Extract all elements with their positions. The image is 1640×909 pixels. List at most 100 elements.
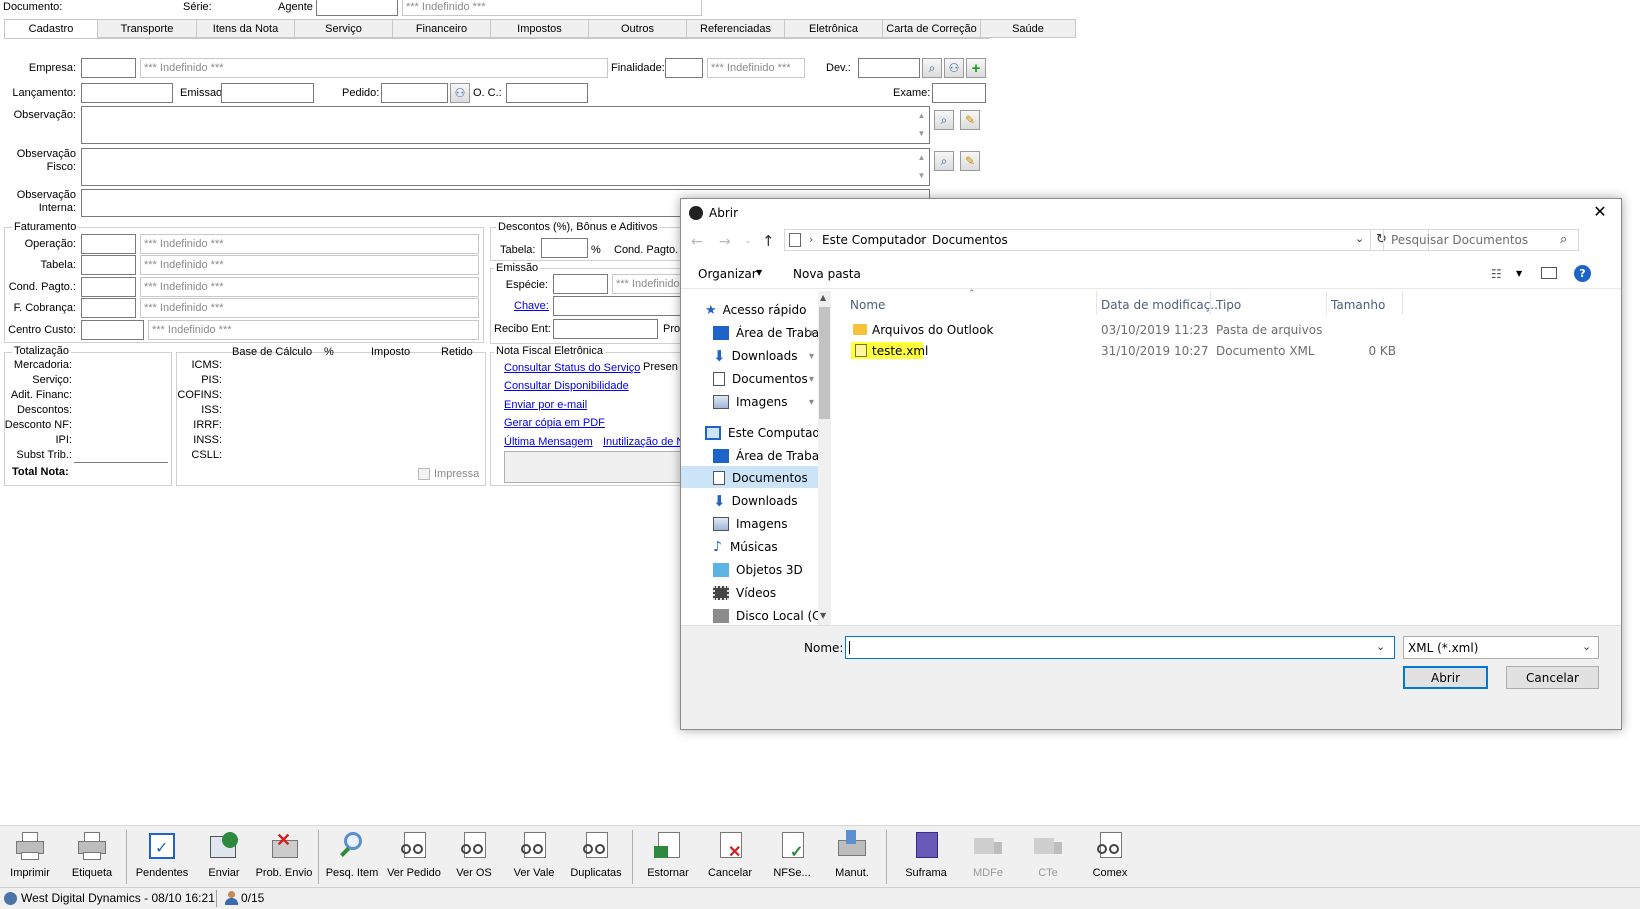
agente-code-input[interactable] [316, 0, 398, 16]
preview-pane-icon[interactable] [1541, 267, 1557, 279]
nav-scrollbar[interactable]: ▲ ▼ [818, 291, 831, 625]
filename-input[interactable]: ⌄ [845, 636, 1395, 659]
consultar-status-link[interactable]: Consultar Status do Serviço [504, 362, 640, 374]
enviar-email-link[interactable]: Enviar por e-mail [504, 399, 587, 411]
emissao-input[interactable] [221, 83, 314, 103]
oc-input[interactable] [506, 83, 588, 103]
tab-carta-de-correcao[interactable]: Carta de Correção [883, 19, 981, 38]
nav-musicas[interactable]: ♪ Músicas [713, 536, 831, 558]
cte-button[interactable]: CTe [1018, 830, 1078, 886]
tab-cadastro[interactable]: Cadastro [4, 19, 98, 39]
suframa-button[interactable]: Suframa [896, 830, 956, 886]
inutilizacao-link[interactable]: Inutilização de N [603, 436, 684, 448]
file-row[interactable]: Arquivos do Outlook 03/10/2019 11:23 Pas… [831, 319, 1621, 340]
cancelar-nota-button[interactable]: ✕ Cancelar [700, 830, 760, 886]
nav-videos[interactable]: Vídeos [713, 582, 831, 604]
tab-itens-da-nota[interactable]: Itens da Nota [197, 19, 295, 38]
edit-icon[interactable]: ✎ [960, 151, 980, 171]
gerar-pdf-link[interactable]: Gerar cópia em PDF [504, 417, 605, 429]
tabela-code-input[interactable] [81, 255, 136, 275]
empresa-code-input[interactable] [81, 58, 136, 78]
nav-este-computador[interactable]: Este Computador [705, 422, 831, 444]
pesq-item-button[interactable]: Pesq. Item [322, 830, 382, 886]
cond-pagto-code-input[interactable] [81, 277, 136, 297]
enviar-button[interactable]: Enviar [194, 830, 254, 886]
nav-objetos-3d[interactable]: Objetos 3D [713, 559, 831, 581]
breadcrumb-documentos[interactable]: Documentos [932, 233, 1008, 247]
col-tamanho[interactable]: Tamanho [1331, 298, 1385, 312]
finalidade-code-input[interactable] [665, 58, 703, 78]
etiqueta-button[interactable]: Etiqueta [62, 830, 122, 886]
binoculars-icon[interactable]: ⚇ [944, 58, 964, 78]
tab-servico[interactable]: Serviço [295, 19, 393, 38]
help-icon[interactable]: ? [1574, 265, 1591, 282]
col-nome[interactable]: Nome [850, 298, 885, 312]
col-tipo[interactable]: Tipo [1216, 298, 1241, 312]
open-button[interactable]: Abrir [1403, 666, 1488, 689]
close-icon[interactable]: ✕ [1587, 202, 1613, 222]
ver-pedido-button[interactable]: Ver Pedido [384, 830, 444, 886]
obs-fisco-scroll[interactable]: ▲ ▼ [914, 149, 929, 185]
pedido-input[interactable] [381, 83, 448, 103]
file-type-select[interactable]: XML (*.xml) ⌄ [1403, 636, 1599, 659]
tab-referenciadas[interactable]: Referenciadas [687, 19, 785, 38]
address-dropdown-icon[interactable]: ⌄ [1355, 232, 1364, 245]
chave-input[interactable] [553, 296, 690, 316]
nav-disco-local[interactable]: Disco Local (C:) [713, 605, 831, 625]
chave-link[interactable]: Chave: [514, 300, 549, 312]
add-icon[interactable]: + [966, 58, 986, 78]
obs-fisco-textarea[interactable] [81, 148, 930, 186]
exame-input[interactable] [932, 83, 986, 103]
nav-scroll-thumb[interactable] [819, 307, 830, 419]
ver-os-button[interactable]: Ver OS [444, 830, 504, 886]
search-box[interactable]: Pesquisar Documentos ⌕ [1383, 229, 1579, 251]
ver-vale-button[interactable]: Ver Vale [504, 830, 564, 886]
imprimir-button[interactable]: Imprimir [0, 830, 60, 886]
organizar-dropdown-icon[interactable]: ▼ [756, 268, 762, 277]
recent-chevron-icon[interactable]: ⌄ [744, 236, 752, 246]
tab-financeiro[interactable]: Financeiro [393, 19, 491, 38]
forward-arrow-icon[interactable]: → [719, 234, 731, 250]
operacao-code-input[interactable] [81, 234, 136, 254]
duplicatas-button[interactable]: Duplicatas [566, 830, 626, 886]
tab-impostos[interactable]: Impostos [491, 19, 589, 38]
nav-documentos[interactable]: Documentos [713, 467, 831, 489]
nav-imagens[interactable]: Imagens [713, 513, 831, 535]
f-cobranca-code-input[interactable] [81, 298, 136, 318]
nfse-button[interactable]: ✓ NFSe... [762, 830, 822, 886]
mdfe-button[interactable]: MDFe [958, 830, 1018, 886]
nav-acesso-rapido[interactable]: ★ Acesso rápido [705, 299, 831, 321]
dev-input[interactable] [858, 58, 920, 78]
tab-transporte[interactable]: Transporte [98, 19, 197, 38]
consultar-disp-link[interactable]: Consultar Disponibilidade [504, 380, 629, 392]
edit-icon[interactable]: ✎ [960, 110, 980, 130]
cancel-button[interactable]: Cancelar [1506, 666, 1599, 689]
especie-code-input[interactable] [553, 274, 608, 294]
col-data[interactable]: Data de modificaç... [1101, 298, 1222, 312]
impressa-checkbox[interactable] [418, 468, 430, 480]
tab-outros[interactable]: Outros [589, 19, 687, 38]
search-icon[interactable]: ⌕ [1560, 232, 1567, 247]
file-type-dropdown-icon[interactable]: ⌄ [1582, 640, 1591, 653]
back-arrow-icon[interactable]: ← [691, 234, 703, 250]
centro-custo-code-input[interactable] [81, 320, 144, 340]
manut-button[interactable]: Manut. [822, 830, 882, 886]
recibo-input[interactable] [553, 319, 658, 339]
estornar-button[interactable]: Estornar [638, 830, 698, 886]
nova-pasta-button[interactable]: Nova pasta [793, 267, 861, 281]
comex-button[interactable]: Comex [1080, 830, 1140, 886]
lancamento-input[interactable] [81, 83, 173, 103]
nav-area-de-trabalho[interactable]: Área de Trabalho [713, 445, 831, 467]
observacao-scroll[interactable]: ▲ ▼ [914, 107, 929, 143]
scroll-down-icon[interactable]: ▼ [820, 611, 826, 620]
ultima-mensagem-link[interactable]: Última Mensagem [504, 436, 593, 448]
tab-saude[interactable]: Saúde [981, 19, 1076, 38]
breadcrumb-este-computador[interactable]: Este Computador [822, 233, 926, 247]
address-bar[interactable]: › Este Computador › Documentos ⌄ ↻ [784, 229, 1429, 251]
prob-envio-button[interactable]: ✕ Prob. Envio [254, 830, 314, 886]
organizar-button[interactable]: Organizar [698, 267, 757, 281]
filename-dropdown-icon[interactable]: ⌄ [1376, 640, 1385, 653]
view-dropdown-icon[interactable]: ▼ [1516, 269, 1522, 278]
nav-downloads[interactable]: ⬇ Downloads [713, 490, 831, 512]
desc-tabela-input[interactable] [541, 238, 588, 258]
